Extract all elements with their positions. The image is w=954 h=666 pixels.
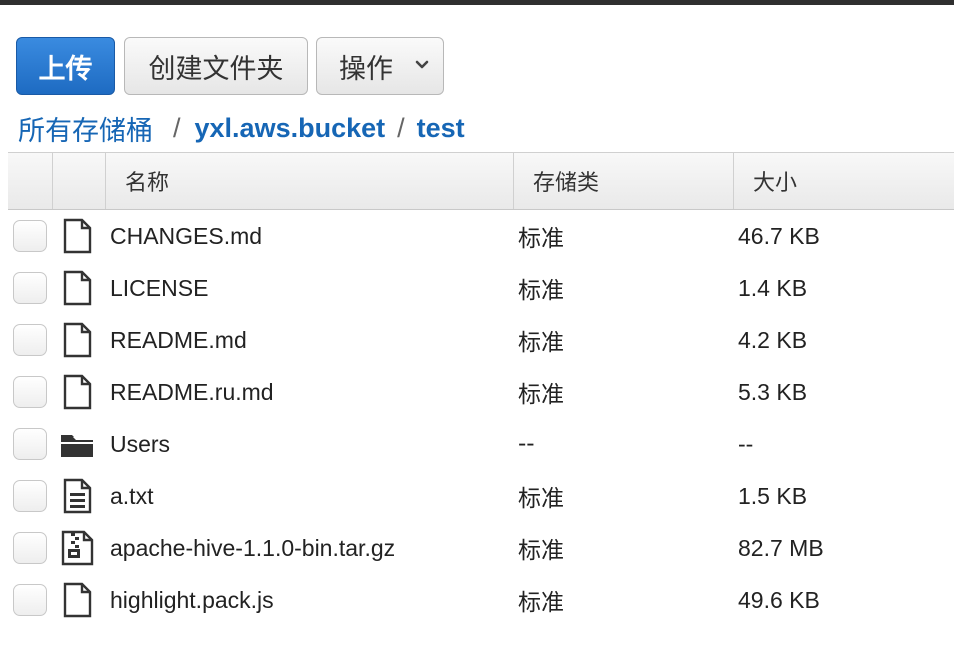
- folder-link[interactable]: Users: [110, 418, 170, 470]
- file-icon: [63, 322, 92, 358]
- storage-class: 标准: [518, 382, 564, 408]
- object-name[interactable]: README.md: [110, 314, 247, 366]
- objects-table: 名称 存储类 大小 CHANGES.md 标准 46.7 KB LICENSE …: [8, 152, 954, 626]
- object-size: 46.7 KB: [738, 222, 820, 249]
- object-name[interactable]: highlight.pack.js: [110, 574, 274, 626]
- column-header-name[interactable]: 名称: [125, 153, 169, 209]
- row-checkbox[interactable]: [13, 480, 47, 512]
- actions-label: 操作: [339, 53, 393, 85]
- column-header-storage-class[interactable]: 存储类: [533, 153, 599, 209]
- storage-class: --: [518, 431, 535, 457]
- object-size: 1.4 KB: [738, 274, 808, 301]
- object-name[interactable]: LICENSE: [110, 262, 208, 314]
- table-row[interactable]: LICENSE 标准 1.4 KB: [8, 262, 954, 314]
- storage-class: 标准: [518, 538, 564, 564]
- actions-dropdown-button[interactable]: 操作: [316, 37, 444, 95]
- storage-class: 标准: [518, 278, 564, 304]
- file-icon: [63, 218, 92, 254]
- chevron-down-icon: [415, 60, 429, 69]
- file-icon: [63, 270, 92, 306]
- object-size: 1.5 KB: [738, 482, 808, 509]
- table-row[interactable]: README.ru.md 标准 5.3 KB: [8, 366, 954, 418]
- column-divider: [52, 153, 53, 209]
- column-header-size[interactable]: 大小: [753, 153, 797, 209]
- row-checkbox[interactable]: [13, 272, 47, 304]
- table-row[interactable]: Users -- --: [8, 418, 954, 470]
- breadcrumb-separator: /: [173, 112, 181, 143]
- object-size: --: [738, 430, 754, 457]
- row-checkbox[interactable]: [13, 324, 47, 356]
- table-row[interactable]: highlight.pack.js 标准 49.6 KB: [8, 574, 954, 626]
- top-bar: [0, 0, 954, 5]
- text-file-icon: [63, 478, 92, 514]
- table-row[interactable]: CHANGES.md 标准 46.7 KB: [8, 210, 954, 262]
- table-row[interactable]: README.md 标准 4.2 KB: [8, 314, 954, 366]
- breadcrumb: 所有存储桶 / yxl.aws.bucket / test: [18, 108, 465, 148]
- storage-class: 标准: [518, 226, 564, 252]
- object-size: 5.3 KB: [738, 378, 808, 405]
- column-divider: [733, 153, 734, 209]
- storage-class: 标准: [518, 486, 564, 512]
- object-name[interactable]: README.ru.md: [110, 366, 274, 418]
- table-header: 名称 存储类 大小: [8, 152, 954, 210]
- breadcrumb-bucket[interactable]: yxl.aws.bucket: [195, 113, 386, 144]
- file-icon: [63, 374, 92, 410]
- storage-class: 标准: [518, 590, 564, 616]
- row-checkbox[interactable]: [13, 220, 47, 252]
- storage-class: 标准: [518, 330, 564, 356]
- object-size: 49.6 KB: [738, 586, 820, 613]
- upload-button[interactable]: 上传: [16, 37, 115, 95]
- column-divider: [513, 153, 514, 209]
- breadcrumb-all-buckets[interactable]: 所有存储桶: [18, 109, 153, 148]
- create-folder-button[interactable]: 创建文件夹: [124, 37, 308, 95]
- object-name[interactable]: CHANGES.md: [110, 210, 262, 262]
- object-size: 82.7 MB: [738, 534, 824, 561]
- row-checkbox[interactable]: [13, 532, 47, 564]
- object-size: 4.2 KB: [738, 326, 808, 353]
- object-name[interactable]: apache-hive-1.1.0-bin.tar.gz: [110, 522, 395, 574]
- row-checkbox[interactable]: [13, 428, 47, 460]
- object-name[interactable]: a.txt: [110, 470, 153, 522]
- column-divider: [105, 153, 106, 209]
- breadcrumb-current-folder: test: [416, 112, 465, 143]
- breadcrumb-separator: /: [397, 112, 405, 143]
- table-row[interactable]: apache-hive-1.1.0-bin.tar.gz 标准 82.7 MB: [8, 522, 954, 574]
- table-row[interactable]: a.txt 标准 1.5 KB: [8, 470, 954, 522]
- folder-icon: [61, 435, 93, 457]
- row-checkbox[interactable]: [13, 584, 47, 616]
- file-icon: [63, 582, 92, 618]
- archive-file-icon: [61, 530, 94, 566]
- row-checkbox[interactable]: [13, 376, 47, 408]
